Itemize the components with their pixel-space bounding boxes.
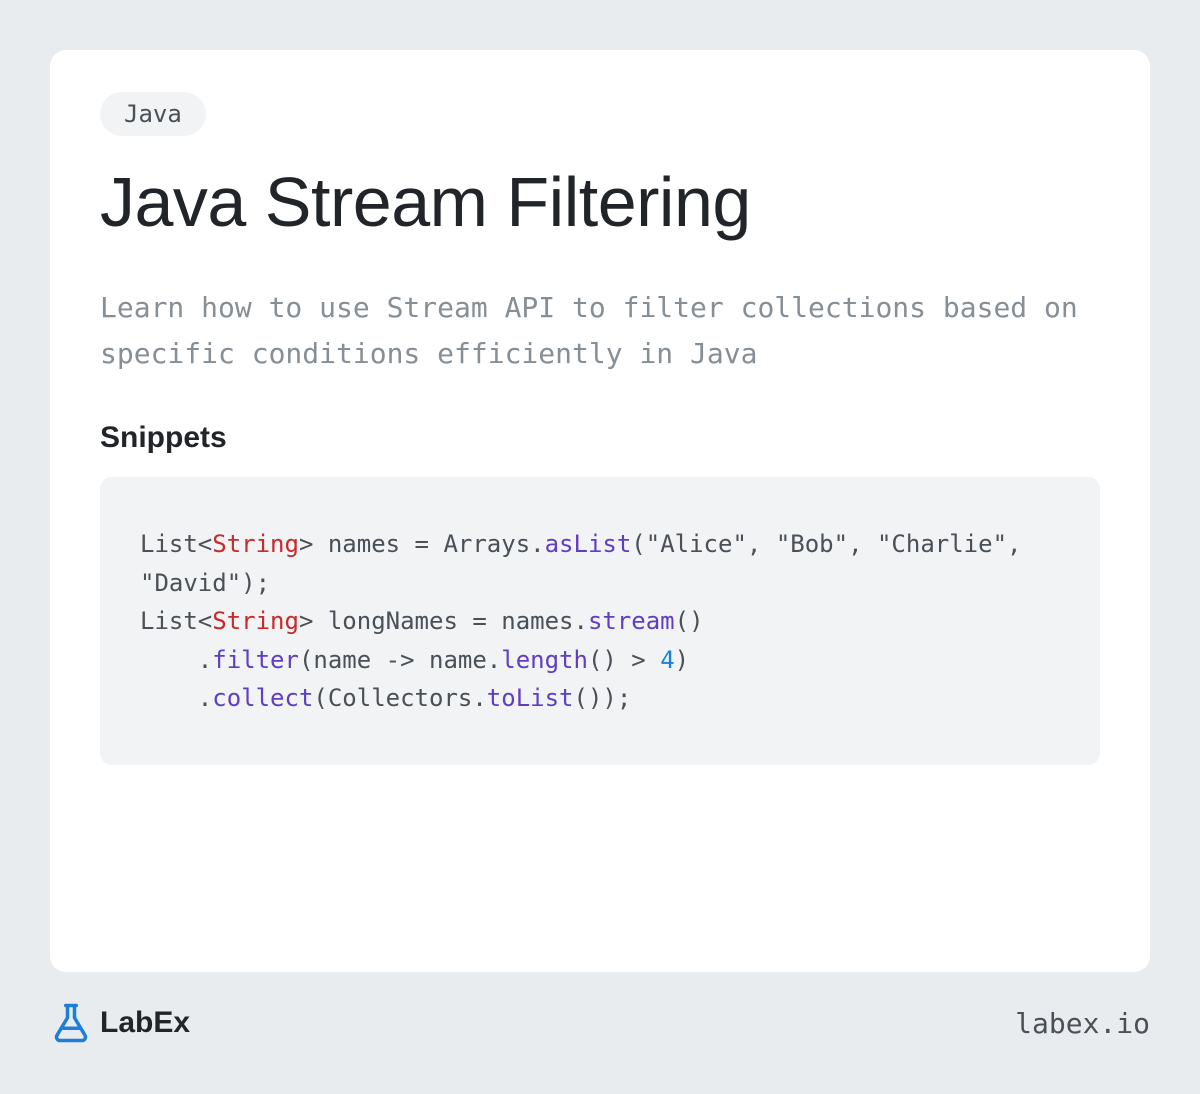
brand-logo: LabEx (50, 1002, 190, 1044)
snippets-heading: Snippets (100, 421, 1100, 455)
site-url: labex.io (1015, 1007, 1150, 1040)
tutorial-description: Learn how to use Stream API to filter co… (100, 285, 1100, 377)
code-snippet: List<String> names = Arrays.asList("Alic… (100, 477, 1100, 765)
language-tag: Java (100, 92, 206, 136)
flask-icon (50, 1002, 92, 1044)
footer: LabEx labex.io (50, 972, 1150, 1044)
page-title: Java Stream Filtering (100, 164, 1100, 241)
tutorial-card: Java Java Stream Filtering Learn how to … (50, 50, 1150, 972)
brand-name: LabEx (100, 1006, 190, 1040)
